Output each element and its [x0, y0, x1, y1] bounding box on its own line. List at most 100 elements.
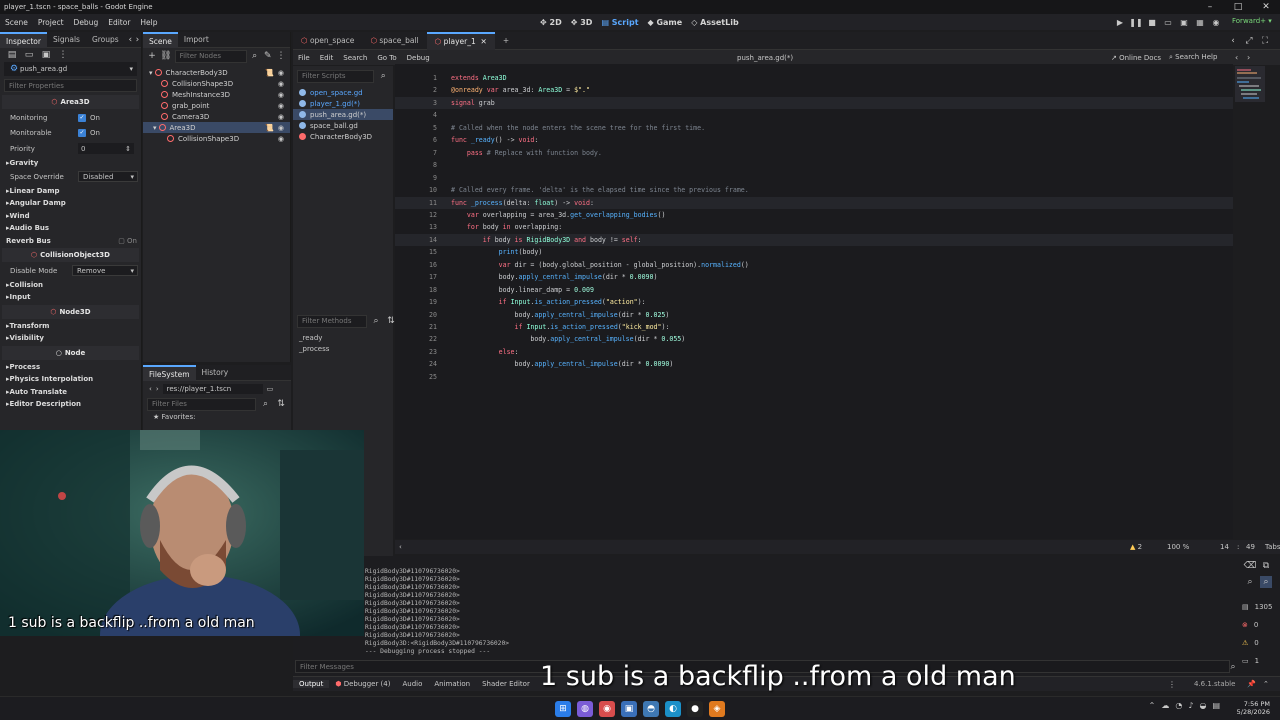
pause-icon[interactable]: ❚❚ [1129, 16, 1142, 28]
code-line[interactable]: 5 # Called when the node enters the scene… [395, 122, 1233, 135]
section-gravity[interactable]: ▸ Gravity [0, 157, 141, 170]
section-visibility[interactable]: ▸ Visibility [0, 332, 141, 345]
more-options-icon[interactable]: ⋮ [276, 50, 286, 62]
code-line[interactable]: 11 func _process(delta: float) -> void: [395, 196, 1233, 209]
tab-output[interactable]: Output [293, 680, 330, 688]
script-filter-input[interactable]: Filter Scripts [297, 69, 375, 83]
favorites-item[interactable]: ★ Favorites: [143, 411, 291, 422]
path-field[interactable]: res://player_1.tscn [162, 384, 263, 394]
tab-scene[interactable]: Scene [143, 31, 178, 48]
prop-reverb-bus[interactable]: Reverb Bus ▢ On [0, 235, 141, 248]
filter-icon[interactable]: ⌕ [1244, 576, 1256, 588]
copy-output-icon[interactable]: ⧉ [1260, 560, 1272, 572]
section-auto-translate[interactable]: ▸ Auto Translate [0, 386, 141, 399]
script-icon[interactable]: 📜 [265, 69, 274, 77]
tree-node-area3d[interactable]: ▾ Area3D 📜 ◉ [143, 122, 290, 133]
attach-script-icon[interactable]: ✎ [263, 50, 273, 62]
new-resource-icon[interactable]: ▤ [6, 49, 18, 61]
reverb-value[interactable]: ▢ On [118, 237, 137, 245]
search-help-button[interactable]: ⌕ Search Help [1169, 53, 1217, 62]
script-item[interactable]: player_1.gd(*) [293, 98, 393, 109]
tray-chevron-icon[interactable]: ⌃ [1149, 701, 1156, 710]
sort-icon[interactable]: ⇅ [275, 398, 287, 410]
file-filter-input[interactable]: Filter Files [147, 397, 256, 411]
section-transform[interactable]: ▸ Transform [0, 320, 141, 333]
tab-signals[interactable]: Signals [47, 32, 86, 48]
tab-space-ball[interactable]: ⬡ space_ball [362, 32, 426, 50]
more-options-icon[interactable]: ⋮ [1168, 680, 1176, 689]
expand-icon[interactable]: ⤢ [1243, 35, 1255, 47]
code-line[interactable]: 12 var overlapping = area_3d.get_overlap… [395, 209, 1233, 222]
code-line[interactable]: 20 body.apply_central_impulse(dir * 0.02… [395, 309, 1233, 322]
method-item[interactable]: _ready [299, 333, 329, 344]
section-audio-bus[interactable]: ▸ Audio Bus [0, 222, 141, 235]
tab-import[interactable]: Import [178, 32, 215, 48]
code-line[interactable]: 25 [395, 371, 1233, 384]
expand-panel-icon[interactable]: ⌃ [1263, 680, 1269, 688]
prop-space-override[interactable]: Space Override Disabled ▾ [0, 169, 141, 185]
method-filter-input[interactable]: Filter Methods [297, 314, 367, 328]
script-menu-edit[interactable]: Edit [315, 54, 339, 62]
add-tab-button[interactable]: + [495, 32, 517, 50]
tree-node-collisionshape3d-child[interactable]: CollisionShape3D ◉ [143, 133, 290, 144]
tab-groups[interactable]: Groups [86, 32, 125, 48]
section-input[interactable]: ▸ Input [0, 291, 141, 304]
tray-wifi-icon[interactable]: ◔ [1175, 701, 1182, 710]
visibility-eye-icon[interactable]: ◉ [278, 124, 284, 132]
tray-volume-icon[interactable]: ♪ [1188, 701, 1193, 710]
code-line[interactable]: 9 [395, 172, 1233, 185]
visibility-eye-icon[interactable]: ◉ [278, 102, 284, 110]
node-filter-input[interactable]: Filter Nodes [174, 49, 247, 63]
warnings-count[interactable]: ▲ 2 [1130, 543, 1142, 551]
online-docs-button[interactable]: ↗ Online Docs [1111, 54, 1161, 62]
monitorable-value[interactable]: ✓ On [78, 129, 100, 138]
code-line[interactable]: 22 body.apply_central_impulse(dir * 0.05… [395, 333, 1233, 346]
priority-spinbox[interactable]: 0 ⇕ [78, 143, 134, 155]
app-icon-edge[interactable]: ◐ [665, 700, 681, 717]
code-line[interactable]: 14 if body is RigidBody3D and body != se… [395, 233, 1233, 247]
method-item[interactable]: _process [299, 344, 329, 355]
back-icon[interactable]: ‹ [149, 385, 152, 393]
script-item[interactable]: open_space.gd [293, 87, 393, 98]
space-override-dropdown[interactable]: Disabled ▾ [78, 171, 138, 183]
code-line[interactable]: 17 body.apply_central_impulse(dir * 0.00… [395, 271, 1233, 284]
code-line[interactable]: 23 else: [395, 346, 1233, 359]
visibility-eye-icon[interactable]: ◉ [278, 113, 284, 121]
play-custom-icon[interactable]: ▦ [1194, 16, 1206, 28]
script-item[interactable]: push_area.gd(*) [293, 109, 393, 120]
open-resource-icon[interactable]: ▭ [23, 49, 35, 61]
workspace-3d[interactable]: ✥ 3D [571, 18, 593, 27]
prop-priority[interactable]: Priority 0 ⇕ [0, 141, 141, 157]
remote-debug-icon[interactable]: ▭ [1162, 16, 1174, 28]
code-line[interactable]: 1 extends Area3D [395, 72, 1233, 85]
code-line[interactable]: 16 var dir = (body.global_position - glo… [395, 259, 1233, 272]
property-filter-input[interactable]: Filter Properties [4, 79, 137, 92]
close-icon[interactable]: ✕ [481, 33, 487, 51]
tray-network-icon[interactable]: ▤ [1212, 701, 1220, 710]
errors-toggle[interactable]: ⊗ 0 [1242, 616, 1278, 634]
tray-mic-icon[interactable]: ◒ [1199, 701, 1206, 710]
tab-history[interactable]: History [196, 365, 235, 381]
add-node-icon[interactable]: + [147, 50, 157, 62]
prop-monitoring[interactable]: Monitoring ✓ On [0, 110, 141, 126]
all-messages-toggle[interactable]: ▤ 1305 [1242, 598, 1278, 616]
tree-node-camera3d[interactable]: Camera3D ◉ [143, 111, 290, 122]
forward-icon[interactable]: › [156, 385, 159, 393]
script-menu-goto[interactable]: Go To [372, 54, 401, 62]
script-icon[interactable]: 📜 [265, 124, 274, 132]
class-header-collisionobject3d[interactable]: ⬡ CollisionObject3D [2, 248, 139, 262]
app-icon-browser[interactable]: ◉ [599, 700, 615, 717]
section-collision[interactable]: ▸ Collision [0, 279, 141, 292]
code-line[interactable]: 15 print(body) [395, 246, 1233, 259]
info-toggle[interactable]: ▭ 1 [1242, 652, 1278, 670]
code-line[interactable]: 13 for body in overlapping: [395, 221, 1233, 234]
section-linear-damp[interactable]: ▸ Linear Damp [0, 185, 141, 198]
history-forward-icon[interactable]: › [134, 34, 141, 46]
tab-inspector[interactable]: Inspector [0, 31, 47, 48]
tab-filesystem[interactable]: FileSystem [143, 364, 196, 381]
stop-icon[interactable]: ■ [1146, 16, 1158, 28]
tree-node-collisionshape3d[interactable]: CollisionShape3D ◉ [143, 78, 290, 89]
visibility-eye-icon[interactable]: ◉ [278, 69, 284, 77]
menu-project[interactable]: Project [33, 18, 69, 27]
visibility-eye-icon[interactable]: ◉ [278, 135, 284, 143]
